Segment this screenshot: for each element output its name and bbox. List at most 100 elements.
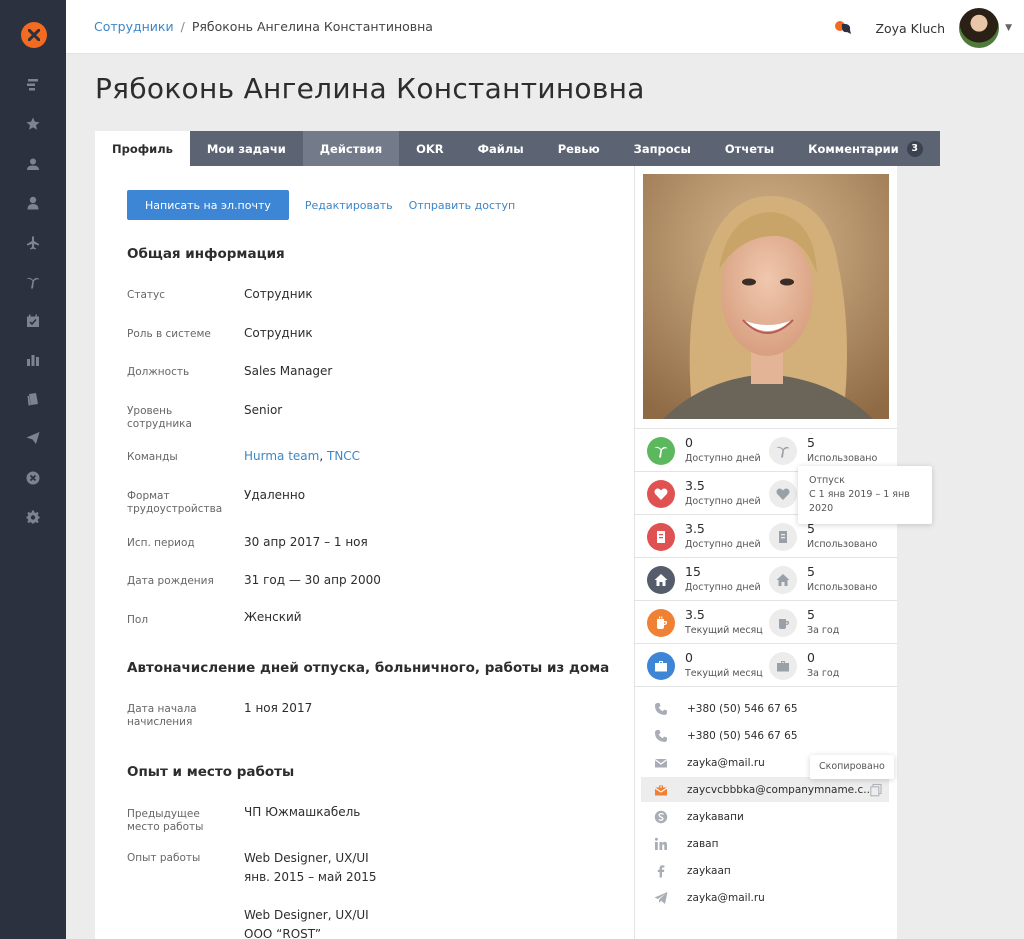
cup-icon[interactable]: [769, 609, 797, 637]
business-trip-year-value: 0: [807, 650, 815, 665]
chart-bar-icon[interactable]: [23, 350, 43, 370]
contact-skype-text: zaykaвапи: [687, 810, 744, 823]
user-menu: Zoya Kluch ▼: [833, 8, 1012, 48]
team-link-tncc[interactable]: TNCC: [327, 449, 360, 463]
contact-linkedin[interactable]: zавап: [641, 831, 889, 856]
accrual-title: Автоначисление дней отпуска, больничного…: [127, 660, 610, 676]
trial-period-value: 30 апр 2017 – 1 ноя: [244, 535, 368, 549]
user-name[interactable]: Zoya Kluch: [875, 21, 945, 36]
user-icon[interactable]: [23, 154, 43, 174]
contact-work-email-text: zaycvcbbbka@companymname.c...: [687, 783, 874, 796]
contact-work-email[interactable]: zaycvcbbbka@companymname.c...: [641, 777, 889, 802]
flight-icon[interactable]: [23, 233, 43, 253]
skype-icon: [653, 809, 669, 825]
document-available-caption: Доступно дней: [685, 539, 761, 550]
tab-files[interactable]: Файлы: [461, 131, 541, 166]
experience-1-dates: янв. 2015 – май 2015: [244, 870, 377, 884]
tab-review[interactable]: Ревью: [541, 131, 617, 166]
heart-pulse-icon: [647, 480, 675, 508]
tab-requests[interactable]: Запросы: [617, 131, 708, 166]
circle-x-icon[interactable]: [23, 468, 43, 488]
overtime-month-caption: Текущий месяц: [685, 625, 763, 636]
contact-skype[interactable]: zaykaвапи: [641, 804, 889, 829]
send-icon[interactable]: [23, 428, 43, 448]
remote-used-caption: Использовано: [807, 582, 878, 593]
top-header: Сотрудники / Рябоконь Ангелина Константино…: [66, 0, 1024, 54]
remote-available-caption: Доступно дней: [685, 582, 761, 593]
home-icon[interactable]: [769, 566, 797, 594]
cup-icon: [647, 609, 675, 637]
position-label: Должность: [127, 366, 190, 378]
tab-okr[interactable]: OKR: [399, 131, 461, 166]
trial-period-label: Исп. период: [127, 537, 195, 549]
vacation-used-caption: Использовано: [807, 453, 878, 464]
contact-phone-2[interactable]: +380 (50) 546 67 65: [641, 723, 889, 748]
linkedin-icon: [653, 836, 669, 852]
page-title: Рябоконь Ангелина Константиновна: [95, 72, 645, 105]
edit-link[interactable]: Редактировать: [305, 199, 393, 212]
breadcrumb-separator: /: [180, 19, 185, 34]
gender-value: Женский: [244, 610, 302, 624]
overtime-month-value: 3.5: [685, 607, 705, 622]
accrual-start-value: 1 ноя 2017: [244, 701, 313, 715]
tab-actions[interactable]: Действия: [302, 131, 400, 166]
birth-date-value: 31 год — 30 апр 2000: [244, 573, 381, 587]
accrual-start-label: Дата начала начисления: [127, 703, 197, 728]
contact-telegram[interactable]: zayka@mail.ru: [641, 885, 889, 910]
contact-phone-1[interactable]: +380 (50) 546 67 65: [641, 696, 889, 721]
facebook-icon: [653, 863, 669, 879]
calendar-check-icon[interactable]: [23, 311, 43, 331]
heart-pulse-icon[interactable]: [769, 480, 797, 508]
chevron-down-icon[interactable]: ▼: [1005, 23, 1012, 33]
position-value: Sales Manager: [244, 364, 333, 378]
document-icon[interactable]: [769, 523, 797, 551]
tab-reports[interactable]: Отчеты: [708, 131, 791, 166]
breadcrumb: Сотрудники / Рябоконь Ангелина Константино…: [94, 19, 433, 34]
home-icon: [647, 566, 675, 594]
copy-icon[interactable]: [869, 782, 883, 797]
profile-actions: Написать на эл.почту Редактировать Отпра…: [127, 190, 515, 220]
profile-tabs: Профиль Мои задачи Действия OKR Файлы Ре…: [95, 131, 940, 166]
status-label: Статус: [127, 289, 165, 301]
phone-icon: [653, 728, 669, 744]
palm-icon[interactable]: [23, 272, 43, 292]
gear-icon[interactable]: [23, 507, 43, 527]
sidebar: [0, 0, 66, 939]
document-used-caption: Использовано: [807, 539, 878, 550]
overtime-year-caption: За год: [807, 625, 840, 636]
teams-label: Команды: [127, 451, 178, 463]
user-avatar[interactable]: [959, 8, 1000, 48]
briefcase-icon[interactable]: [769, 652, 797, 680]
breadcrumb-employees-link[interactable]: Сотрудники: [94, 19, 174, 34]
team-link-hurma[interactable]: Hurma team: [244, 449, 319, 463]
employment-format-value: Удаленно: [244, 488, 306, 502]
contact-linkedin-text: zавап: [687, 837, 719, 850]
send-access-link[interactable]: Отправить доступ: [409, 199, 516, 212]
contact-telegram-text: zayka@mail.ru: [687, 891, 765, 904]
remote-available-value: 15: [685, 564, 701, 579]
star-icon[interactable]: [23, 114, 43, 134]
chat-icon[interactable]: [833, 18, 853, 38]
business-trip-year-caption: За год: [807, 668, 840, 679]
previous-workplace-label: Предыдущее место работы: [127, 808, 204, 833]
hurma-logo[interactable]: [21, 22, 47, 48]
person-icon[interactable]: [23, 193, 43, 213]
documents-icon[interactable]: [23, 389, 43, 409]
feed-icon[interactable]: [23, 75, 43, 95]
palm-icon: [647, 437, 675, 465]
contact-phone-1-text: +380 (50) 546 67 65: [687, 702, 798, 715]
vacation-stat-row: 0 Доступно дней 5 Использовано: [635, 428, 897, 471]
palm-icon[interactable]: [769, 437, 797, 465]
experience-2-company: ООО “ROST”: [244, 927, 322, 939]
tab-comments[interactable]: Комментарии 3: [791, 131, 940, 166]
write-email-button[interactable]: Написать на эл.почту: [127, 190, 289, 220]
document-available-value: 3.5: [685, 521, 705, 536]
contact-facebook[interactable]: zaykaап: [641, 858, 889, 883]
tab-my-tasks[interactable]: Мои задачи: [190, 131, 303, 166]
profile-side-panel: 0 Доступно дней 5 Использовано 3.5 Досту…: [634, 166, 897, 939]
copied-tooltip: Скопировано: [810, 755, 894, 779]
tab-profile[interactable]: Профиль: [95, 131, 190, 166]
contact-facebook-text: zaykaап: [687, 864, 731, 877]
business-trip-month-caption: Текущий месяц: [685, 668, 763, 679]
status-value: Сотрудник: [244, 287, 313, 301]
